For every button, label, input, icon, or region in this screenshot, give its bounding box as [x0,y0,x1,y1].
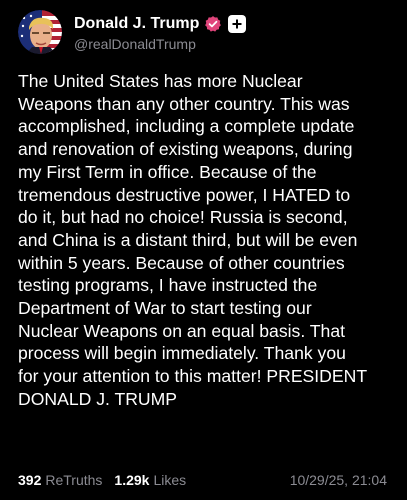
post-timestamp[interactable]: 10/29/25, 21:04 [290,472,387,488]
author-name[interactable]: Donald J. Trump [74,15,199,33]
follow-button[interactable] [228,14,247,33]
truth-post: Donald J. Trump @realDonaldTrump The Uni… [0,0,407,500]
plus-icon [232,19,242,28]
avatar[interactable] [18,10,62,54]
post-footer: 392 ReTruths 1.29k Likes 10/29/25, 21:04 [18,470,387,490]
avatar-image [18,10,62,54]
likes-stat[interactable]: 1.29k Likes [114,472,186,488]
retruths-stat[interactable]: 392 ReTruths [18,472,102,488]
author-identity: Donald J. Trump @realDonaldTrump [74,13,247,52]
likes-count: 1.29k [114,472,150,488]
name-row: Donald J. Trump [74,13,247,35]
post-header: Donald J. Trump @realDonaldTrump [18,8,247,56]
check-badge-icon [204,15,222,33]
author-handle[interactable]: @realDonaldTrump [74,36,246,52]
retruths-count: 392 [18,472,42,488]
likes-label: Likes [153,472,187,488]
post-text: The United States has more Nuclear Weapo… [18,71,368,409]
retruths-label: ReTruths [45,472,103,488]
